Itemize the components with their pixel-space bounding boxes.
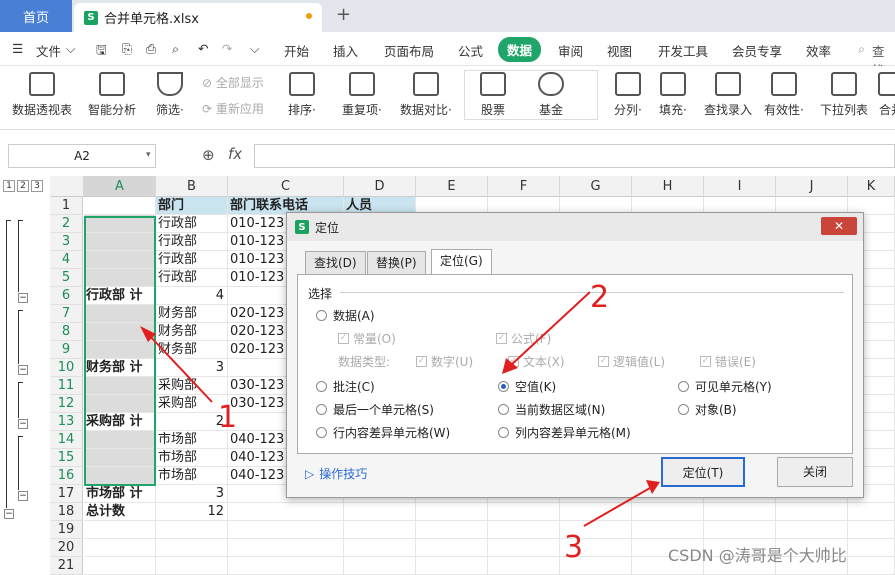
arrow-3 (583, 487, 651, 527)
arrow-1 (147, 333, 213, 403)
callout-3: 3 (564, 530, 584, 565)
annotation-arrows (140, 291, 660, 527)
callout-1: 1 (218, 400, 238, 435)
callout-2: 2 (590, 280, 610, 315)
arrow-3-head (646, 480, 660, 494)
arrow-2 (509, 291, 591, 367)
watermark: CSDN @涛哥是个大帅比 (668, 546, 847, 565)
